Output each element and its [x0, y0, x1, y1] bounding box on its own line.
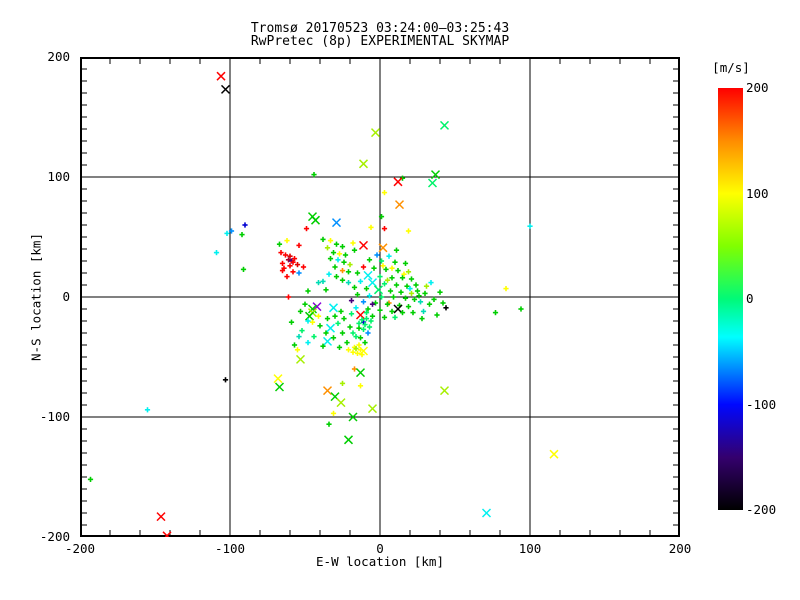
y-tick-label: 100 [47, 169, 70, 184]
y-tick-label: 200 [47, 49, 70, 64]
skymap-page: Tromsø 20170523 03:24:00–03:25:43 RwPret… [0, 0, 800, 600]
plot-area [80, 57, 680, 537]
y-tick-label: 0 [62, 289, 70, 304]
x-tick-label: 200 [668, 541, 692, 556]
x-tick-label: 100 [518, 541, 542, 556]
title-line-2: RwPretec (8p) EXPERIMENTAL SKYMAP [250, 34, 510, 49]
plot-title: Tromsø 20170523 03:24:00–03:25:43 RwPret… [80, 22, 680, 48]
plot-svg [80, 57, 680, 537]
colorbar-tick-label: -200 [746, 502, 777, 517]
x-tick-label: -100 [214, 541, 246, 556]
colorbar-tick-label: 100 [746, 185, 769, 201]
x-axis-label: E-W location [km] [316, 554, 444, 569]
scatter-points [87, 71, 559, 537]
colorbar-tick-label: -100 [746, 396, 777, 412]
colorbar-tick-label: 200 [746, 80, 769, 95]
y-tick-label: -200 [39, 529, 70, 544]
y-tick-label: -100 [39, 409, 70, 424]
x-tick-label: 0 [376, 541, 384, 556]
colorbar-gradient [718, 88, 743, 510]
colorbar-title: [m/s] [712, 60, 750, 75]
colorbar-tick-label: 0 [746, 291, 754, 306]
